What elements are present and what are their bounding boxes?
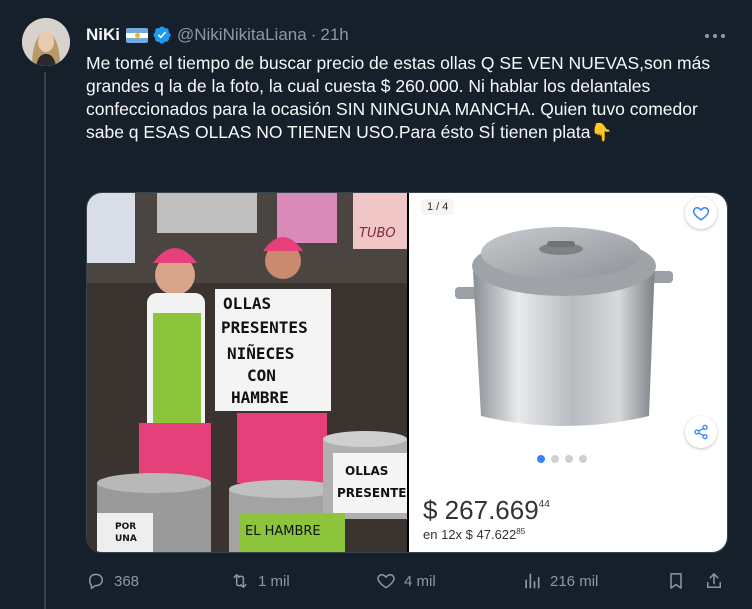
heart-outline-icon — [692, 206, 710, 221]
views-button[interactable]: 216 mil — [522, 566, 598, 596]
installments: en 12x $ 47.62285 — [423, 527, 525, 542]
share-button[interactable] — [704, 566, 724, 596]
like-button[interactable]: 4 mil — [376, 566, 436, 596]
reply-count: 368 — [114, 572, 140, 590]
protest-photo[interactable]: TUBO OLLAS PRESENTES NIÑECES CON HAMBRE — [87, 193, 407, 552]
product-price: $ 267.66944 — [423, 495, 550, 526]
reply-button[interactable]: 368 — [86, 566, 139, 596]
carousel-dot[interactable] — [579, 455, 587, 463]
handle[interactable]: @NikiNikitaLiana — [177, 25, 307, 45]
installments-prefix: en 12x — [423, 527, 466, 542]
top-sign-text: TUBO — [359, 226, 396, 241]
pot-image — [455, 227, 673, 426]
pot-sign-line-2: PRESENTES — [337, 486, 407, 500]
sign-line-1: OLLAS — [223, 294, 271, 313]
carousel-dots[interactable] — [537, 455, 587, 463]
small-sign-line-1: POR — [115, 522, 136, 532]
thread-line — [44, 72, 46, 609]
views-count: 216 mil — [550, 572, 599, 590]
sign-line-5: HAMBRE — [231, 388, 289, 407]
bookmark-icon — [670, 573, 682, 589]
reply-icon — [89, 573, 103, 590]
product-card[interactable]: 1 / 4 $ 267.66944 en 12x $ 47.62285 — [409, 193, 727, 552]
small-sign-line-2: UNA — [115, 534, 137, 544]
pot-sign-line-1: OLLAS — [345, 464, 388, 478]
bottom-sign-text: EL HAMBRE — [245, 524, 321, 539]
analytics-icon — [525, 573, 540, 589]
avatar[interactable] — [22, 18, 70, 66]
heart-icon — [377, 574, 395, 589]
carousel-dot[interactable] — [551, 455, 559, 463]
tweet-text: Me tomé el tiempo de buscar precio de es… — [86, 53, 711, 142]
display-name[interactable]: NiKi — [86, 25, 120, 45]
share-icon — [694, 424, 708, 440]
bookmark-button[interactable] — [666, 566, 686, 596]
price-main: $ 267.669 — [423, 495, 539, 525]
installments-amount: $ 47.622 — [465, 527, 517, 542]
price-cents: 44 — [538, 499, 550, 510]
retweet-button[interactable]: 1 mil — [230, 566, 290, 596]
sign-line-4: CON — [247, 366, 276, 385]
carousel-dot[interactable] — [565, 455, 573, 463]
like-count: 4 mil — [404, 572, 436, 590]
tweet-header: NiKi @NikiNikitaLiana · 21h — [86, 24, 349, 46]
retweet-icon — [233, 574, 247, 588]
upload-share-icon — [707, 573, 721, 588]
argentina-flag-icon — [126, 27, 148, 43]
separator: · — [310, 25, 317, 44]
sign-line-3: NIÑECES — [227, 344, 294, 363]
more-options-icon[interactable] — [702, 26, 728, 46]
favorite-button[interactable] — [685, 197, 717, 229]
action-bar: 368 1 mil 4 mil 216 mil — [86, 566, 728, 596]
installments-cents: 85 — [516, 527, 526, 536]
verified-badge-icon — [153, 26, 171, 44]
sign-line-2: PRESENTES — [221, 318, 308, 337]
media-grid: TUBO OLLAS PRESENTES NIÑECES CON HAMBRE — [86, 192, 728, 553]
timestamp[interactable]: 21h — [320, 25, 348, 45]
share-product-button[interactable] — [685, 416, 717, 448]
carousel-dot[interactable] — [537, 455, 545, 463]
retweet-count: 1 mil — [258, 572, 290, 590]
